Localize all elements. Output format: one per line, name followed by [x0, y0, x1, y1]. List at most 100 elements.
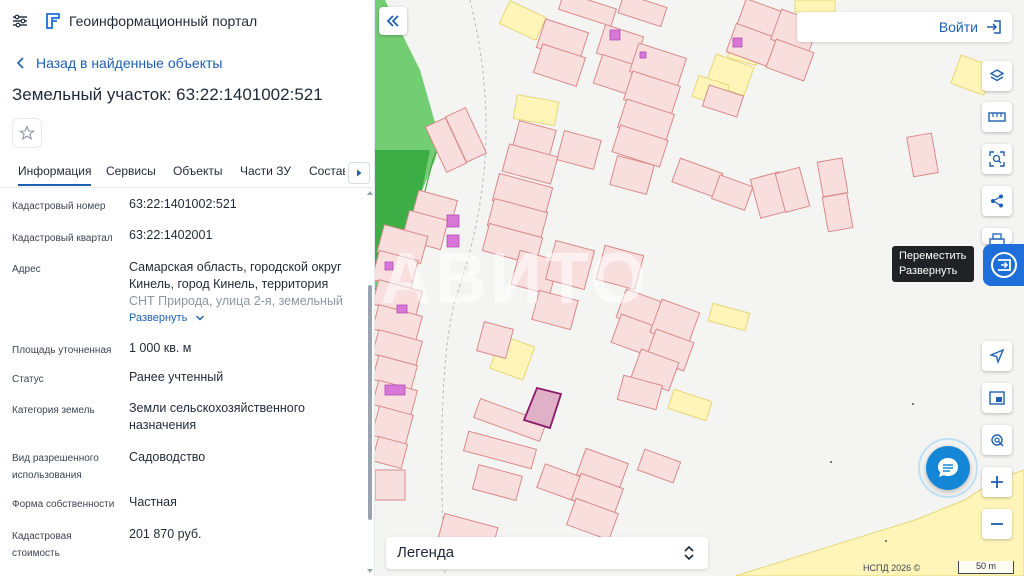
back-link-label: Назад в найденные объекты: [36, 55, 223, 71]
building: [794, 0, 836, 13]
move-panel-icon: [990, 252, 1017, 278]
tooltip-line2: Развернуть: [899, 265, 958, 277]
info-panel: Геоинформационный портал Назад в найденн…: [0, 0, 375, 576]
star-icon: [19, 125, 35, 141]
tabs-scroll-right-button[interactable]: [348, 162, 370, 184]
minus-icon: [991, 523, 1003, 525]
tooltip-line1: Переместить: [899, 250, 967, 262]
expand-label: Развернуть: [129, 312, 188, 324]
label-cadastral-value-line2: стоимость: [12, 548, 60, 559]
value-cadastral-number: 63:22:1401002:521: [129, 197, 237, 211]
favorite-button[interactable]: [12, 118, 42, 148]
share-icon: [991, 194, 1003, 208]
ruler-button[interactable]: [982, 102, 1012, 132]
selected-parcel[interactable]: [522, 386, 563, 430]
label-land-category: Категория земель: [12, 405, 95, 416]
parcel: [636, 448, 682, 484]
share-button[interactable]: [982, 186, 1012, 216]
minimap-icon: [989, 391, 1005, 405]
details-list: Кадастровый номер 63:22:1401002:521 Када…: [0, 190, 368, 576]
label-cadastral-quarter: Кадастровый квартал: [12, 233, 113, 244]
building: [707, 302, 751, 332]
tab-services[interactable]: Сервисы: [106, 164, 156, 178]
zoom-out-button[interactable]: [982, 509, 1012, 539]
expand-address-button[interactable]: Развернуть: [129, 312, 205, 324]
navigation-button[interactable]: [982, 341, 1012, 371]
legend-label: Легенда: [397, 544, 455, 561]
panel-scrollbar[interactable]: [367, 190, 373, 576]
parcel: [906, 132, 939, 178]
select-area-icon: [989, 151, 1005, 167]
marker: [830, 461, 832, 463]
value-status: Ранее учтенный: [129, 370, 224, 384]
label-address: Адрес: [12, 264, 41, 275]
move-panel-button[interactable]: [983, 244, 1024, 286]
legend-bar[interactable]: Легенда: [386, 537, 708, 569]
tab-parts[interactable]: Части ЗУ: [240, 164, 291, 178]
object-title: Земельный участок: 63:22:1401002:521: [12, 85, 323, 104]
building: [667, 388, 713, 422]
value-cadastral-value: 201 870 руб.: [129, 527, 202, 541]
print-icon: [989, 233, 1005, 244]
map-markers: [830, 403, 914, 542]
chat-button[interactable]: [926, 446, 970, 490]
print-button[interactable]: [982, 228, 1012, 244]
zoom-in-button[interactable]: [982, 467, 1012, 497]
collapse-panel-button[interactable]: [379, 7, 407, 35]
value-cadastral-quarter: 63:22:1402001: [129, 228, 213, 242]
marker: [885, 540, 887, 542]
parcel: [556, 129, 602, 171]
parcel: [471, 464, 523, 502]
parcel: [617, 0, 668, 28]
structure: [732, 37, 743, 48]
locate-icon: [991, 434, 1004, 447]
parcel: [710, 174, 754, 212]
login-label: Войти: [938, 19, 978, 35]
marker: [912, 403, 914, 405]
scroll-down-icon[interactable]: [367, 568, 373, 574]
ruler-icon: [988, 112, 1006, 122]
select-area-button[interactable]: [982, 144, 1012, 174]
value-address-line1: Самарская область, городской округ: [129, 260, 342, 274]
structure: [639, 51, 647, 59]
value-permitted-use: Садоводство: [129, 450, 206, 464]
parcel: [462, 430, 538, 470]
scroll-up-icon[interactable]: [367, 190, 373, 196]
tab-composition[interactable]: Состав: [309, 164, 345, 178]
navigation-icon: [989, 348, 1005, 364]
tab-information[interactable]: Информация: [18, 164, 92, 186]
parcel: [816, 157, 849, 198]
tab-objects[interactable]: Объекты: [173, 164, 223, 178]
value-address-line2: Кинель, город Кинель, территория: [129, 277, 329, 291]
layers-icon: [989, 69, 1005, 82]
label-ownership: Форма собственности: [12, 499, 115, 510]
login-icon: [987, 20, 1001, 34]
scale-bar: 50 m: [958, 561, 1014, 574]
label-status: Статус: [12, 374, 44, 385]
value-land-category-line2: назначения: [129, 418, 197, 432]
tab-strip: Информация Сервисы Объекты Части ЗУ Сост…: [0, 156, 345, 188]
chevron-down-icon: [196, 315, 205, 321]
layers-button[interactable]: [982, 61, 1012, 91]
scrollbar-thumb[interactable]: [368, 285, 372, 520]
chat-icon: [938, 458, 958, 477]
double-chevron-left-icon: [386, 15, 399, 27]
tab-bar: Информация Сервисы Объекты Части ЗУ Сост…: [0, 156, 375, 188]
logo-icon: [46, 13, 60, 29]
value-ownership: Частная: [129, 495, 177, 509]
locate-button[interactable]: [982, 425, 1012, 455]
structure: [446, 214, 460, 228]
structure: [609, 29, 621, 41]
parcel: [821, 192, 854, 233]
plus-icon: [991, 476, 1003, 488]
move-tooltip: Переместить Развернуть: [892, 246, 974, 282]
login-button[interactable]: Войти: [797, 12, 1012, 42]
value-land-category-line1: Земли сельскохозяйственного: [129, 401, 305, 415]
label-permitted-use-line1: Вид разрешенного: [12, 453, 99, 464]
value-address-line3: СНТ Природа, улица 2-я, земельный: [129, 294, 343, 308]
sliders-icon[interactable]: [12, 13, 28, 29]
back-link[interactable]: Назад в найденные объекты: [14, 55, 222, 71]
minimap-button[interactable]: [982, 383, 1012, 413]
copyright: НСПД 2026 ©: [863, 563, 921, 573]
parcel: [375, 469, 406, 501]
